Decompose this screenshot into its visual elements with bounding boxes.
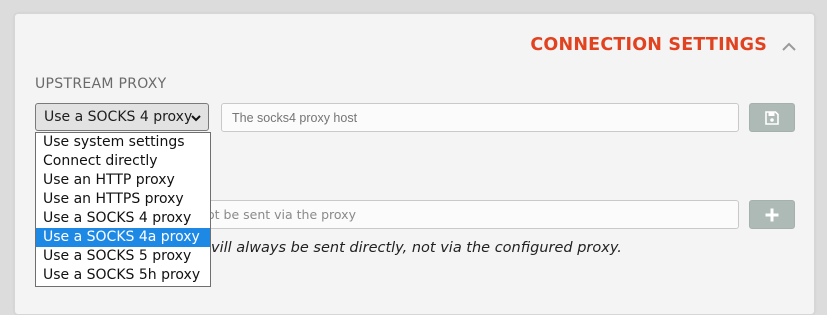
no-proxy-input[interactable]: ot be sent via the proxy	[207, 200, 739, 229]
upstream-proxy-label: UPSTREAM PROXY	[35, 76, 167, 92]
chevron-up-icon	[782, 42, 796, 51]
option-connect-directly[interactable]: Connect directly	[36, 152, 210, 171]
section-title: CONNECTION SETTINGS	[530, 35, 767, 55]
option-socks5h-proxy[interactable]: Use a SOCKS 5h proxy	[36, 266, 210, 285]
plus-icon	[765, 208, 779, 221]
proxy-type-dropdown[interactable]: Use system settings Connect directly Use…	[35, 132, 211, 287]
option-socks5-proxy[interactable]: Use a SOCKS 5 proxy	[36, 247, 210, 266]
option-socks4a-proxy[interactable]: Use a SOCKS 4a proxy	[36, 228, 210, 247]
proxy-type-selected-value: Use a SOCKS 4 proxy	[44, 109, 193, 125]
proxy-type-select[interactable]: Use a SOCKS 4 proxy	[35, 103, 209, 131]
proxy-host-input[interactable]	[221, 103, 739, 132]
collapse-button[interactable]	[778, 36, 800, 56]
no-proxy-placeholder: ot be sent via the proxy	[207, 207, 356, 222]
add-button[interactable]	[749, 200, 795, 229]
option-https-proxy[interactable]: Use an HTTPS proxy	[36, 190, 210, 209]
option-socks4-proxy[interactable]: Use a SOCKS 4 proxy	[36, 209, 210, 228]
save-button[interactable]	[749, 103, 795, 132]
chevron-down-icon	[191, 115, 201, 122]
save-icon	[765, 110, 779, 125]
option-system-settings[interactable]: Use system settings	[36, 133, 210, 152]
option-http-proxy[interactable]: Use an HTTP proxy	[36, 171, 210, 190]
no-proxy-hint: vill always be sent directly, not via th…	[211, 240, 622, 256]
